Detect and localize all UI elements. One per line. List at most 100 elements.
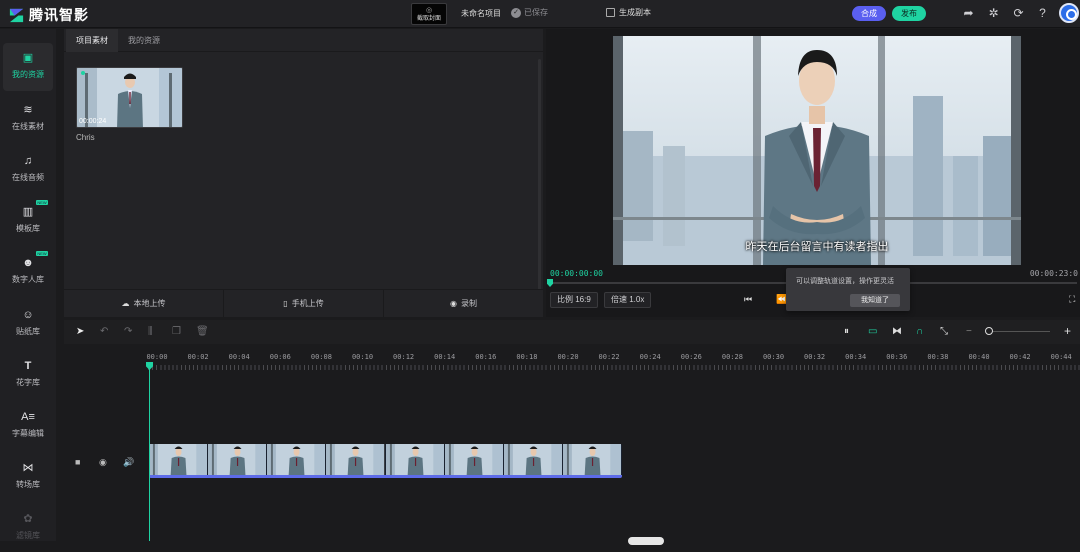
ruler-label: 00:18: [516, 353, 538, 361]
eye-icon[interactable]: ◉: [99, 457, 107, 468]
ruler-label: 00:38: [927, 353, 949, 361]
timeline-toolbar: ➤ ↶ ↷ ⫼ ❐ 🗑 ⏸ ▭ ⧓ ∩ ⤡ − +: [64, 320, 1080, 344]
sidebar-item-subtitle-edit[interactable]: A≡ 字幕编辑: [3, 402, 53, 450]
ruler-label: 00:06: [269, 353, 291, 361]
sticker-icon: ☺: [22, 309, 34, 321]
magnet-icon[interactable]: ∩: [916, 326, 923, 337]
select-tool-icon[interactable]: ➤: [76, 326, 84, 337]
synthesize-button[interactable]: 合成: [852, 6, 886, 21]
undo-icon[interactable]: ↶: [100, 326, 108, 337]
sidebar-item-online-assets[interactable]: ≋ 在线素材: [3, 95, 53, 143]
lock-icon[interactable]: ■: [75, 457, 80, 467]
record-icon: ◉: [450, 299, 457, 308]
clip-frame: [208, 444, 268, 475]
bottom-handle[interactable]: [628, 537, 664, 545]
project-name[interactable]: 未命名项目: [461, 8, 501, 19]
volume-icon[interactable]: 🔊: [123, 457, 134, 468]
sidebar-item-label: 花字库: [16, 378, 40, 387]
local-upload-label: 本地上传: [133, 299, 166, 308]
track-settings-icon[interactable]: ▭: [868, 326, 877, 337]
sidebar: ▣ 我的资源 ≋ 在线素材 ♫ 在线音频 NEW ▥ 模板库 NEW ☻ 数字人…: [0, 29, 56, 541]
ruler-label: 00:20: [557, 353, 579, 361]
sidebar-item-label: 在线音频: [12, 173, 44, 182]
phone-upload-button[interactable]: ▯ 手机上传: [224, 290, 384, 317]
ruler-label: 00:42: [1009, 353, 1031, 361]
phone-upload-label: 手机上传: [291, 299, 324, 308]
sidebar-item-filters[interactable]: ✿ 滤镜库: [3, 504, 53, 552]
fullscreen-icon[interactable]: ⛶: [1069, 294, 1075, 305]
template-icon: ▥: [22, 206, 34, 218]
check-icon: ✓: [511, 7, 521, 18]
ruler-label: 00:04: [228, 353, 250, 361]
clip-frame: [326, 444, 386, 475]
video-preview[interactable]: 昨天在后台留言中有读者指出: [613, 36, 1021, 265]
asset-name: Chris: [76, 133, 95, 142]
support-icon[interactable]: ⟳: [1012, 7, 1025, 20]
zoom-handle[interactable]: [985, 327, 993, 335]
split-track-icon[interactable]: ⏸: [844, 326, 849, 337]
timeline-ruler[interactable]: 00:00 00:02 00:04 00:06 00:08 00:10 00:12 00:14…: [146, 348, 1080, 370]
sidebar-item-my-resources[interactable]: ▣ 我的资源: [3, 43, 53, 91]
tooltip-text: 可以调整轨道设置，操作更灵活: [796, 278, 894, 285]
new-badge: NEW: [36, 200, 48, 205]
video-frame: [613, 36, 1021, 265]
generate-copy-button[interactable]: 生成副本: [606, 7, 651, 18]
asset-thumbnail[interactable]: 00:00:24: [76, 67, 183, 128]
split-icon[interactable]: ⫼: [148, 326, 153, 337]
skip-start-icon[interactable]: ⏮: [744, 294, 752, 305]
got-it-button[interactable]: 我知道了: [850, 294, 900, 307]
video-subtitle: 昨天在后台留言中有读者指出: [745, 241, 889, 253]
sidebar-item-digital-humans[interactable]: NEW ☻ 数字人库: [3, 248, 53, 296]
clip-frame: [385, 444, 445, 475]
sidebar-item-stickers[interactable]: ☺ 贴纸库: [3, 300, 53, 348]
ruler-label: 00:00: [146, 353, 168, 361]
zoom-out-icon[interactable]: −: [966, 326, 972, 337]
ruler-label: 00:40: [968, 353, 990, 361]
zoom-in-icon[interactable]: +: [1064, 324, 1071, 338]
transition-icon: ⋈: [22, 462, 34, 474]
current-timecode: 00:00:00:00: [550, 269, 603, 278]
align-icon[interactable]: ⧓: [892, 326, 902, 337]
generate-copy-label: 生成副本: [619, 8, 651, 17]
phone-icon: ▯: [283, 299, 288, 308]
progress-handle[interactable]: [547, 279, 553, 287]
local-upload-button[interactable]: ☁ 本地上传: [64, 290, 224, 317]
copy-clip-icon[interactable]: ❐: [172, 326, 181, 337]
playback-speed-select[interactable]: 倍速 1.0x: [604, 292, 652, 308]
ruler-label: 00:10: [351, 353, 374, 361]
resource-scrollbar[interactable]: [538, 59, 541, 309]
video-clip[interactable]: [149, 444, 622, 478]
tab-my-resources[interactable]: 我的资源: [118, 29, 170, 52]
share-icon[interactable]: ➦: [962, 7, 975, 20]
sidebar-item-transitions[interactable]: ⋈ 转场库: [3, 453, 53, 501]
redo-icon[interactable]: ↷: [124, 326, 132, 337]
delete-icon[interactable]: 🗑: [196, 326, 209, 337]
zoom-slider[interactable]: [990, 331, 1050, 332]
clip-frame: [562, 444, 622, 475]
sidebar-item-styled-text[interactable]: T 花字库: [3, 351, 53, 399]
ruler-label: 00:24: [639, 353, 661, 361]
sidebar-item-label: 在线素材: [12, 122, 44, 131]
fit-icon[interactable]: ⤡: [940, 326, 948, 337]
tab-project-assets[interactable]: 项目素材: [66, 29, 118, 52]
ruler-label: 00:36: [886, 353, 908, 361]
sidebar-item-label: 数字人库: [12, 275, 44, 284]
settings-icon[interactable]: ✲: [987, 7, 1000, 20]
publish-button[interactable]: 发布: [892, 6, 926, 21]
playhead[interactable]: [149, 363, 150, 541]
sidebar-item-online-audio[interactable]: ♫ 在线音频: [3, 146, 53, 194]
app-logo[interactable]: 腾讯智影: [8, 5, 89, 25]
sidebar-item-label: 我的资源: [12, 70, 44, 79]
filter-icon: ✿: [23, 513, 33, 525]
capture-cover-button[interactable]: ◎ 截取封面: [411, 3, 447, 25]
ruler-ticks: [148, 365, 1080, 370]
user-avatar[interactable]: [1059, 3, 1079, 23]
record-button[interactable]: ◉ 录制: [384, 290, 543, 317]
sidebar-item-label: 字幕编辑: [12, 429, 44, 438]
clip-frame: [267, 444, 327, 475]
aspect-ratio-select[interactable]: 比例 16:9: [550, 292, 598, 308]
text-icon: T: [24, 360, 32, 372]
help-icon[interactable]: ?: [1036, 7, 1049, 20]
sidebar-item-templates[interactable]: NEW ▥ 模板库: [3, 197, 53, 245]
logo-icon: [9, 8, 24, 22]
